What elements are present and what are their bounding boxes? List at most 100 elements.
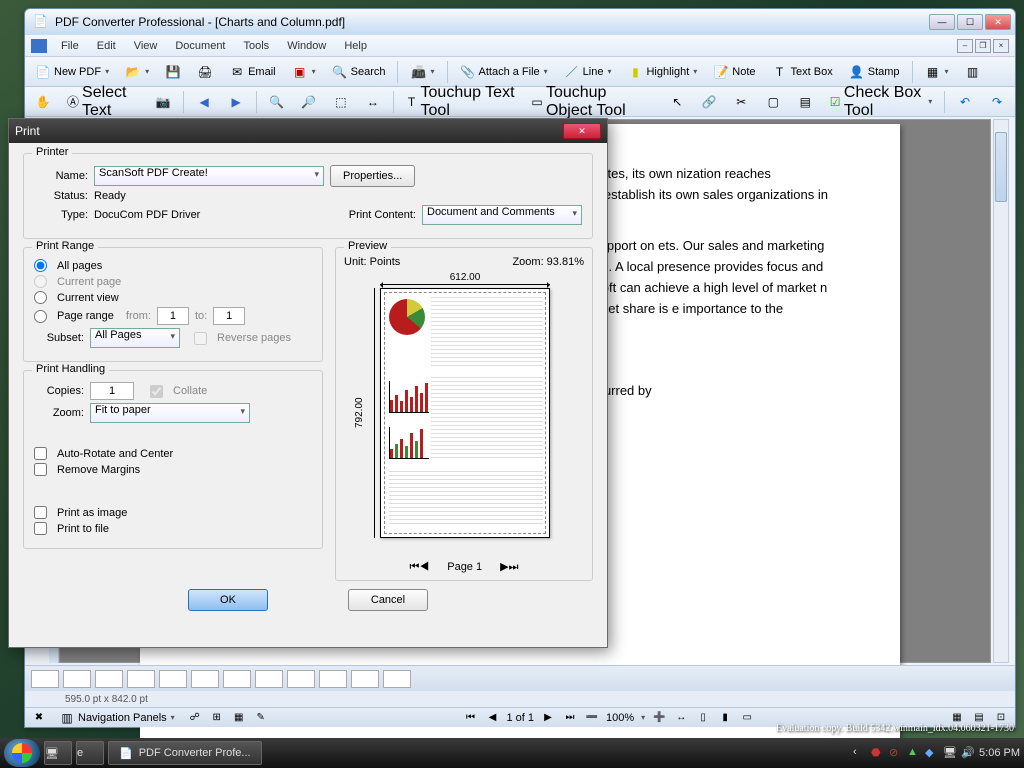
dialog-close-button[interactable]: ✕ — [563, 123, 601, 139]
first-page-icon[interactable]: ⏮ — [463, 710, 479, 726]
menu-edit[interactable]: Edit — [89, 38, 124, 54]
hand-tool[interactable]: ✋ — [29, 90, 57, 114]
maximize-button[interactable]: ☐ — [957, 14, 983, 30]
thumbnail-4[interactable] — [127, 670, 155, 688]
remove-margins-check[interactable] — [34, 463, 47, 476]
cancel-button[interactable]: Cancel — [348, 589, 428, 611]
tray-icon-6[interactable]: 🖥 — [943, 746, 957, 760]
save-button[interactable]: 💾 — [159, 60, 187, 84]
touchup-object[interactable]: ▭Touchup Object Tool — [525, 80, 659, 124]
mdi-minimize[interactable]: – — [957, 39, 973, 53]
range-to-input[interactable] — [213, 307, 245, 325]
tray-icon-2[interactable]: ⬣ — [871, 746, 885, 760]
fit-width-icon[interactable]: ↔ — [673, 710, 689, 726]
next-page-icon[interactable]: ▶ — [540, 710, 556, 726]
pointer-tool[interactable]: ↖ — [663, 90, 691, 114]
range-from-input[interactable] — [157, 307, 189, 325]
nav-tool-4[interactable]: ✎ — [253, 710, 269, 726]
menu-help[interactable]: Help — [336, 38, 375, 54]
single-page-icon[interactable]: ▯ — [695, 710, 711, 726]
crop-tool[interactable]: ✂ — [727, 90, 755, 114]
thumbnail-2[interactable] — [63, 670, 91, 688]
menu-window[interactable]: Window — [279, 38, 334, 54]
scrollbar-thumb[interactable] — [995, 132, 1007, 202]
link-tool[interactable]: 🔗 — [695, 90, 723, 114]
rotate-cw[interactable]: ↷ — [983, 90, 1011, 114]
start-button[interactable] — [4, 739, 40, 767]
continuous-icon[interactable]: ▮ — [717, 710, 733, 726]
preview-first-icon[interactable]: ⏮◀ — [410, 561, 430, 574]
minimize-button[interactable]: — — [929, 14, 955, 30]
quicklaunch-ie[interactable]: e — [76, 741, 104, 765]
app-menu-icon[interactable] — [31, 39, 47, 53]
last-page-icon[interactable]: ⏭ — [562, 710, 578, 726]
autorotate-check[interactable] — [34, 447, 47, 460]
thumbnail-12[interactable] — [383, 670, 411, 688]
tray-icon-1[interactable]: ‹ — [853, 746, 867, 760]
mdi-restore[interactable]: ❐ — [975, 39, 991, 53]
form-tool2[interactable]: ▤ — [791, 90, 819, 114]
menu-document[interactable]: Document — [167, 38, 233, 54]
nav-tool-3[interactable]: ▦ — [231, 710, 247, 726]
preview-last-icon[interactable]: ▶⏭ — [500, 560, 518, 574]
rotate-ccw[interactable]: ↶ — [951, 90, 979, 114]
email-button[interactable]: ✉Email — [223, 60, 282, 84]
thumbnail-7[interactable] — [223, 670, 251, 688]
quicklaunch-1[interactable]: 🖥 — [44, 741, 72, 765]
tray-icon-3[interactable]: ⊘ — [889, 746, 903, 760]
zoom-dynamic[interactable]: ↔ — [359, 90, 387, 114]
facing-icon[interactable]: ▭ — [739, 710, 755, 726]
tray-icon-5[interactable]: ◆ — [925, 746, 939, 760]
thumbnail-6[interactable] — [191, 670, 219, 688]
checkbox-tool[interactable]: ☑Check Box Tool▾ — [823, 80, 938, 124]
snapshot-tool[interactable]: 📷 — [149, 90, 177, 114]
menu-view[interactable]: View — [126, 38, 166, 54]
tray-icon-4[interactable]: ▲ — [907, 746, 921, 760]
print-content-select[interactable]: Document and Comments — [422, 205, 582, 225]
current-page-radio[interactable] — [34, 275, 47, 288]
nav-fwd[interactable]: ▶ — [222, 90, 250, 114]
print-button[interactable]: 🖨 — [191, 60, 219, 84]
print-as-image-check[interactable] — [34, 506, 47, 519]
tray-clock[interactable]: 5:06 PM — [979, 747, 1020, 759]
menu-tools[interactable]: Tools — [236, 38, 278, 54]
zoom-in[interactable]: 🔍 — [263, 90, 291, 114]
zoom-out-status[interactable]: ➖ — [584, 710, 600, 726]
thumbnail-8[interactable] — [255, 670, 283, 688]
current-view-radio[interactable] — [34, 291, 47, 304]
prev-page-icon[interactable]: ◀ — [485, 710, 501, 726]
print-to-file-check[interactable] — [34, 522, 47, 535]
thumbnail-5[interactable] — [159, 670, 187, 688]
nav-panels-icon[interactable]: ✖ — [31, 710, 47, 726]
taskbar-app-button[interactable]: 📄PDF Converter Profe... — [108, 741, 262, 765]
ok-button[interactable]: OK — [188, 589, 268, 611]
zoom-select[interactable]: Fit to paper — [90, 403, 250, 423]
thumbnail-1[interactable] — [31, 670, 59, 688]
search-button[interactable]: 🔍Search — [326, 60, 392, 84]
reverse-pages-check[interactable] — [194, 332, 207, 345]
note-button[interactable]: 📝Note — [707, 60, 761, 84]
zoom-marquee[interactable]: ⬚ — [327, 90, 355, 114]
mdi-close[interactable]: × — [993, 39, 1009, 53]
tray-volume-icon[interactable]: 🔊 — [961, 746, 975, 760]
properties-button[interactable]: Properties... — [330, 165, 415, 187]
touchup-text[interactable]: TTouchup Text Tool — [400, 80, 521, 124]
navigation-panels-button[interactable]: ▥Navigation Panels▾ — [53, 706, 181, 730]
thumbnail-3[interactable] — [95, 670, 123, 688]
thumbnail-10[interactable] — [319, 670, 347, 688]
nav-tool-1[interactable]: ☍ — [187, 710, 203, 726]
zoom-out[interactable]: 🔎 — [295, 90, 323, 114]
thumbnail-9[interactable] — [287, 670, 315, 688]
vertical-scrollbar[interactable] — [993, 119, 1009, 663]
select-text-tool[interactable]: ⒶSelect Text — [61, 80, 145, 124]
pdf-button[interactable]: ▣▾ — [286, 60, 322, 84]
nav-tool-2[interactable]: ⊞ — [209, 710, 225, 726]
subset-select[interactable]: All Pages — [90, 328, 180, 348]
view-mode2-button[interactable]: ▥ — [959, 60, 987, 84]
menu-file[interactable]: File — [53, 38, 87, 54]
collate-check[interactable] — [150, 385, 163, 398]
nav-back[interactable]: ◀ — [190, 90, 218, 114]
page-range-radio[interactable] — [34, 310, 47, 323]
copies-input[interactable] — [90, 382, 134, 400]
thumbnail-11[interactable] — [351, 670, 379, 688]
